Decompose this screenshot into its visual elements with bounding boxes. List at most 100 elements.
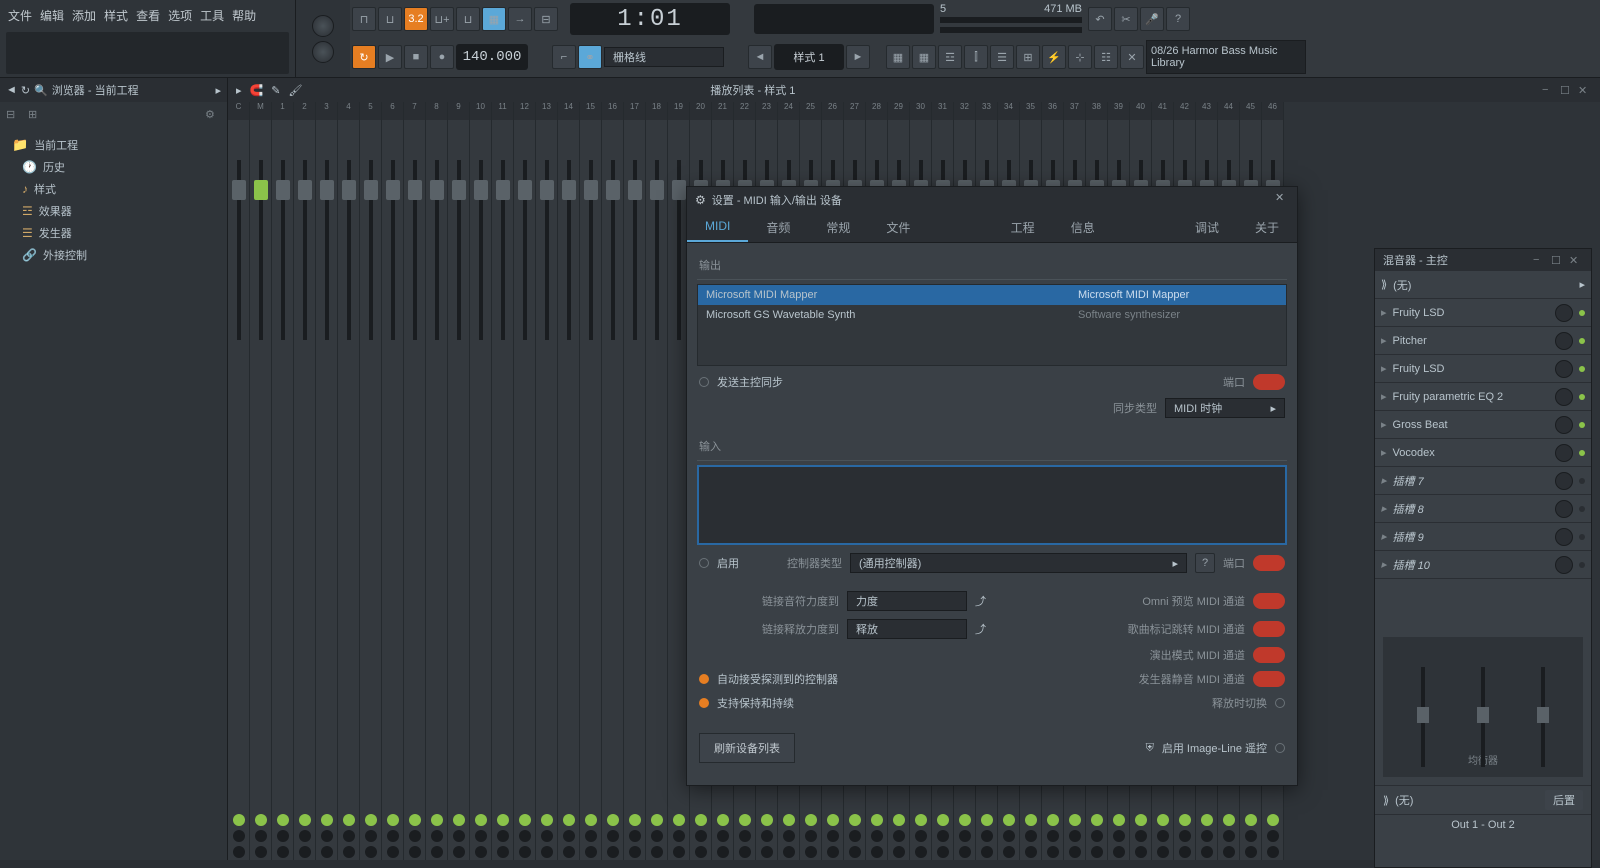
next-pattern-btn[interactable]: ► xyxy=(846,45,870,69)
reload-icon[interactable]: ↻ xyxy=(21,84,30,97)
eq-high[interactable] xyxy=(1541,667,1545,767)
channel-rack-btn[interactable]: ☲ xyxy=(938,45,962,69)
menu-file[interactable]: 文件 xyxy=(8,7,32,24)
tab-audio[interactable]: 音频 xyxy=(748,213,808,242)
pattern-mode-btn[interactable]: ⊓ xyxy=(352,7,376,31)
browser-btn[interactable]: ☰ xyxy=(990,45,1014,69)
playlist-btn[interactable]: ▦ xyxy=(886,45,910,69)
link-btn[interactable]: ⚭ xyxy=(578,45,602,69)
output-device-1[interactable]: Microsoft GS Wavetable SynthSoftware syn… xyxy=(698,305,1286,325)
tab-file[interactable]: 文件 xyxy=(868,213,928,242)
tab-debug[interactable]: 调试 xyxy=(1177,213,1237,242)
support-hold-radio[interactable] xyxy=(699,698,709,708)
fx-slot-3[interactable]: ▸Fruity parametric EQ 2 xyxy=(1375,383,1591,411)
send-sync-radio[interactable] xyxy=(699,377,709,387)
menu-pattern[interactable]: 样式 xyxy=(104,7,128,24)
tree-generators[interactable]: ☰ 发生器 xyxy=(4,222,223,244)
tree-remote[interactable]: 🔗 外接控制 xyxy=(4,244,223,266)
performance-port[interactable] xyxy=(1253,647,1285,663)
fx-input-slot[interactable]: ⟫(无)▸ xyxy=(1375,271,1591,299)
fx-empty-slot-3[interactable]: ▸插槽 10 xyxy=(1375,551,1591,579)
fx-empty-slot-1[interactable]: ▸插槽 8 xyxy=(1375,495,1591,523)
back-icon[interactable]: ◄ xyxy=(6,84,17,96)
eq-mid[interactable] xyxy=(1481,667,1485,767)
magnet-icon[interactable]: 🧲 xyxy=(250,84,264,97)
remote-radio[interactable] xyxy=(1275,743,1285,753)
mixer-btn[interactable]: ⫿ xyxy=(964,45,988,69)
song-mode-btn[interactable]: ⊔ xyxy=(378,7,402,31)
brush-icon[interactable]: 🖌 xyxy=(288,84,302,97)
collapse-icon[interactable]: ⊟ xyxy=(6,108,22,124)
fx-slot-0[interactable]: ▸Fruity LSD xyxy=(1375,299,1591,327)
browser-menu-icon[interactable]: ▸ xyxy=(215,84,221,97)
rec-btn[interactable]: ● xyxy=(430,45,454,69)
input-device-list[interactable] xyxy=(697,465,1287,545)
mixer-track-14[interactable]: 13 xyxy=(536,102,558,860)
gen-mute-port[interactable] xyxy=(1253,671,1285,687)
render-btn[interactable]: 🎤 xyxy=(1140,7,1164,31)
maximize-icon[interactable]: ☐ xyxy=(1560,84,1574,96)
search-icon[interactable]: 🔍 xyxy=(34,84,48,97)
tree-history[interactable]: 🕐 历史 xyxy=(4,156,223,178)
prev-pattern-btn[interactable]: ◄ xyxy=(748,45,772,69)
step-btn[interactable]: ⊟ xyxy=(534,7,558,31)
metronome-btn[interactable]: 3.2 xyxy=(404,7,428,31)
curve2-icon[interactable]: ⤴ xyxy=(975,621,986,637)
fx-empty-slot-0[interactable]: ▸插槽 7 xyxy=(1375,467,1591,495)
mixer-track-11[interactable]: 10 xyxy=(470,102,492,860)
mixer-track-8[interactable]: 7 xyxy=(404,102,426,860)
tab-info[interactable]: 信息 xyxy=(1053,213,1113,242)
menu-view[interactable]: 查看 xyxy=(136,7,160,24)
close-all-btn[interactable]: ✕ xyxy=(1120,45,1144,69)
enable-radio[interactable] xyxy=(699,558,709,568)
pencil-icon[interactable]: ✎ xyxy=(271,84,280,97)
snap-select[interactable]: 栅格线 xyxy=(604,47,724,67)
auto-accept-radio[interactable] xyxy=(699,674,709,684)
port-value[interactable] xyxy=(1253,374,1285,390)
mixer-track-1[interactable]: M xyxy=(250,102,272,860)
loop-btn[interactable]: → xyxy=(508,7,532,31)
eq-low[interactable] xyxy=(1421,667,1425,767)
mixer-track-19[interactable]: 18 xyxy=(646,102,668,860)
tb7[interactable]: ⚡ xyxy=(1042,45,1066,69)
mixer-track-5[interactable]: 4 xyxy=(338,102,360,860)
tab-about[interactable]: 关于 xyxy=(1237,213,1297,242)
mixer-track-15[interactable]: 14 xyxy=(558,102,580,860)
play-btn[interactable]: ▶ xyxy=(378,45,402,69)
wait-btn[interactable]: ⊔+ xyxy=(430,7,454,31)
mixer-max-icon[interactable]: ☐ xyxy=(1551,254,1565,266)
marker-port[interactable] xyxy=(1253,621,1285,637)
tb6[interactable]: ⊞ xyxy=(1016,45,1040,69)
mixer-track-6[interactable]: 5 xyxy=(360,102,382,860)
mixer-track-3[interactable]: 2 xyxy=(294,102,316,860)
menu-add[interactable]: 添加 xyxy=(72,7,96,24)
mixer-panel-title-bar[interactable]: 混音器 - 主控 − ☐ ✕ xyxy=(1375,249,1591,271)
countdown-btn[interactable]: ⊔ xyxy=(456,7,480,31)
tempo-display[interactable]: 140.000 xyxy=(456,44,528,70)
tb8[interactable]: ⊹ xyxy=(1068,45,1092,69)
post-button[interactable]: 后置 xyxy=(1545,790,1583,810)
save-btn[interactable]: ✂ xyxy=(1114,7,1138,31)
time-display[interactable]: 1:01 xyxy=(570,3,730,35)
dialog-close-icon[interactable]: ✕ xyxy=(1275,191,1291,207)
mixer-track-0[interactable]: C xyxy=(228,102,250,860)
record-btn[interactable]: ↻ xyxy=(352,45,376,69)
mixer-track-10[interactable]: 9 xyxy=(448,102,470,860)
output-routing[interactable]: Out 1 - Out 2 xyxy=(1375,814,1591,835)
options-icon[interactable]: ⚙ xyxy=(205,108,221,124)
fx-output-slot[interactable]: ⟫(无) 后置 xyxy=(1375,785,1591,814)
mixer-track-13[interactable]: 12 xyxy=(514,102,536,860)
pattern-display[interactable]: 样式 1 xyxy=(774,44,844,70)
refresh-devices-btn[interactable]: 刷新设备列表 xyxy=(699,733,795,763)
sync-type-select[interactable]: MIDI 时钟▸ xyxy=(1165,398,1285,418)
expand-icon[interactable]: ⊞ xyxy=(28,108,44,124)
snap-btn[interactable]: ⌐ xyxy=(552,45,576,69)
mixer-track-16[interactable]: 15 xyxy=(580,102,602,860)
mixer-track-18[interactable]: 17 xyxy=(624,102,646,860)
tab-project[interactable]: 工程 xyxy=(993,213,1053,242)
omni-port[interactable] xyxy=(1253,593,1285,609)
menu-options[interactable]: 选项 xyxy=(168,7,192,24)
close-icon[interactable]: ✕ xyxy=(1578,84,1592,96)
link-release-select[interactable]: 释放 xyxy=(847,619,967,639)
tab-general[interactable]: 常规 xyxy=(808,213,868,242)
